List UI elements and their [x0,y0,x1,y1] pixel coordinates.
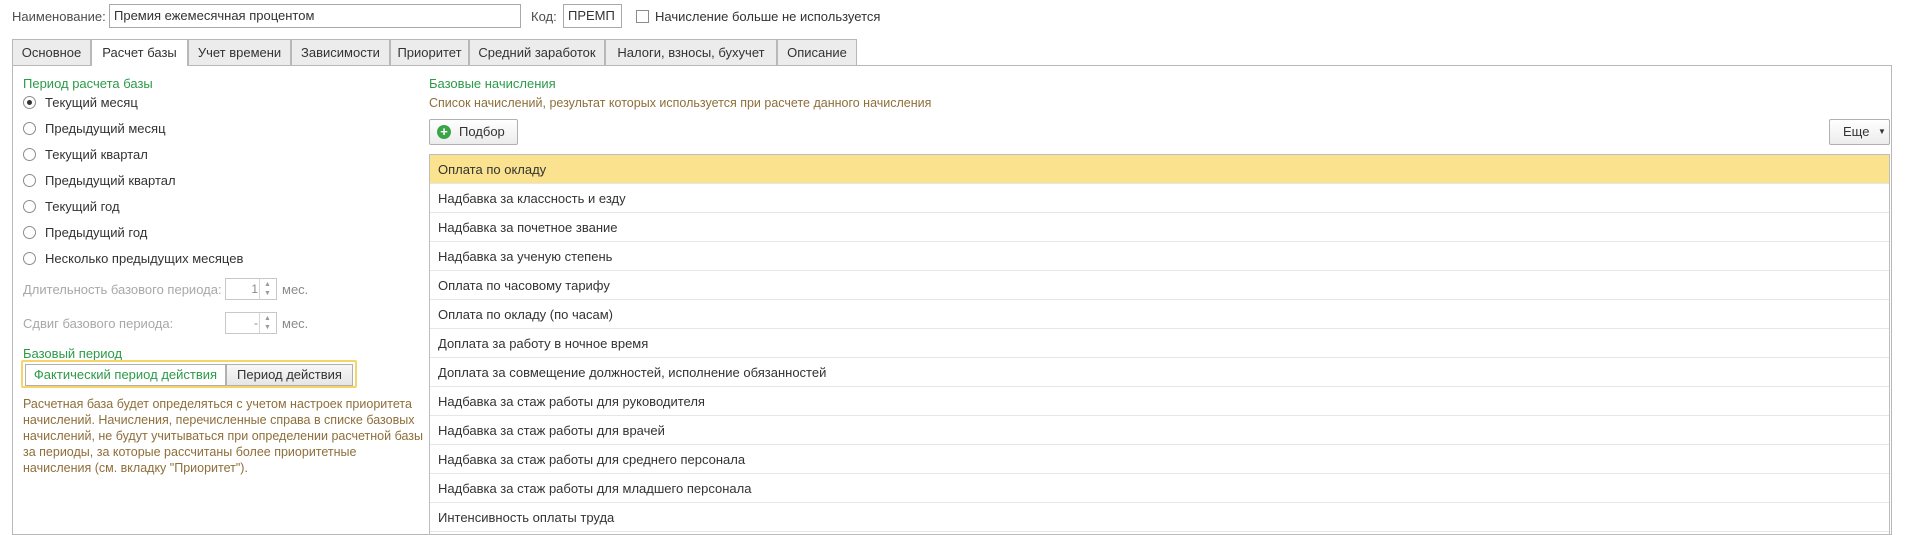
radio-button[interactable] [23,200,36,213]
list-item[interactable]: Надбавка за классность и езду [430,184,1889,213]
radio-button[interactable] [23,122,36,135]
code-input[interactable]: ПРЕМП [563,4,622,28]
tab-taxes[interactable]: Налоги, взносы, бухучет [605,39,777,65]
radio-button[interactable] [23,148,36,161]
arrow-up-icon[interactable]: ▲ [264,281,271,288]
list-item[interactable]: Доплата за работу в ночное время [430,329,1889,358]
list-item[interactable]: Оплата по окладу (по часам) [430,300,1889,329]
name-input[interactable]: Премия ежемесячная процентом [109,4,521,28]
code-label: Код: [531,9,557,24]
tab-average-earnings[interactable]: Средний заработок [469,39,605,65]
radio-label: Текущий квартал [45,147,148,162]
tab-base-calc[interactable]: Расчет базы [91,39,188,66]
base-period-description: Расчетная база будет определяться с учет… [23,397,423,475]
list-item[interactable]: Оплата по окладу [430,155,1889,184]
radio-label: Текущий месяц [45,95,138,110]
segment-actual-period[interactable]: Фактический период действия [25,364,226,386]
base-accruals-list: Оплата по окладу Надбавка за классность … [429,154,1890,535]
shift-unit: мес. [282,316,309,331]
stepper-arrows[interactable]: ▲ ▼ [259,279,276,299]
unused-checkbox[interactable] [636,10,649,23]
radio-label: Предыдущий месяц [45,121,166,136]
list-item[interactable]: Надбавка за ученую степень [430,242,1889,271]
base-accruals-subtitle: Список начислений, результат которых исп… [429,96,932,110]
tab-main[interactable]: Основное [12,39,91,65]
segment-action-period[interactable]: Период действия [226,364,353,386]
duration-stepper[interactable]: 1 ▲ ▼ [225,278,277,300]
arrow-down-icon[interactable]: ▼ [264,290,271,297]
list-item[interactable]: Надбавка за стаж работы для руководителя [430,387,1889,416]
base-period-title: Базовый период [23,346,123,361]
list-item[interactable]: Надбавка за стаж работы для врачей [430,416,1889,445]
duration-unit: мес. [282,282,309,297]
arrow-up-icon[interactable]: ▲ [264,315,271,322]
chevron-down-icon: ▼ [1878,127,1886,136]
list-item[interactable]: Надбавка за стаж работы для среднего пер… [430,445,1889,474]
tab-time-accounting[interactable]: Учет времени [188,39,291,65]
radio-button[interactable] [23,96,36,109]
name-label: Наименование: [12,9,106,24]
list-item[interactable]: Надбавка за почетное звание [430,213,1889,242]
unused-label: Начисление больше не используется [655,9,881,24]
duration-value: 1 [251,282,258,296]
more-button-label: Еще [1843,124,1870,139]
add-icon: + [437,125,451,139]
radio-label: Предыдущий год [45,225,148,240]
tab-description[interactable]: Описание [777,39,857,65]
radio-button[interactable] [23,252,36,265]
list-item[interactable]: Интенсивность оплаты труда [430,503,1889,532]
period-title: Период расчета базы [23,76,153,91]
pick-button[interactable]: + Подбор [429,119,518,145]
radio-label: Несколько предыдущих месяцев [45,251,244,266]
list-item[interactable]: Оплата по часовому тарифу [430,271,1889,300]
radio-button[interactable] [23,174,36,187]
list-item[interactable]: Доплата за совмещение должностей, исполн… [430,358,1889,387]
tab-dependencies[interactable]: Зависимости [291,39,390,65]
shift-value: - [254,316,258,330]
radio-button[interactable] [23,226,36,239]
more-button[interactable]: Еще ▼ [1829,119,1890,145]
radio-label: Текущий год [45,199,120,214]
stepper-arrows[interactable]: ▲ ▼ [259,313,276,333]
radio-label: Предыдущий квартал [45,173,176,188]
base-period-switch: Фактический период действия Период дейст… [21,360,357,388]
pick-button-label: Подбор [459,124,505,139]
base-accruals-title: Базовые начисления [429,76,556,91]
arrow-down-icon[interactable]: ▼ [264,324,271,331]
shift-label: Сдвиг базового периода: [23,316,174,331]
duration-label: Длительность базового периода: [23,282,222,297]
tab-priority[interactable]: Приоритет [390,39,469,65]
list-item[interactable]: Надбавка за стаж работы для младшего пер… [430,474,1889,503]
shift-stepper[interactable]: - ▲ ▼ [225,312,277,334]
